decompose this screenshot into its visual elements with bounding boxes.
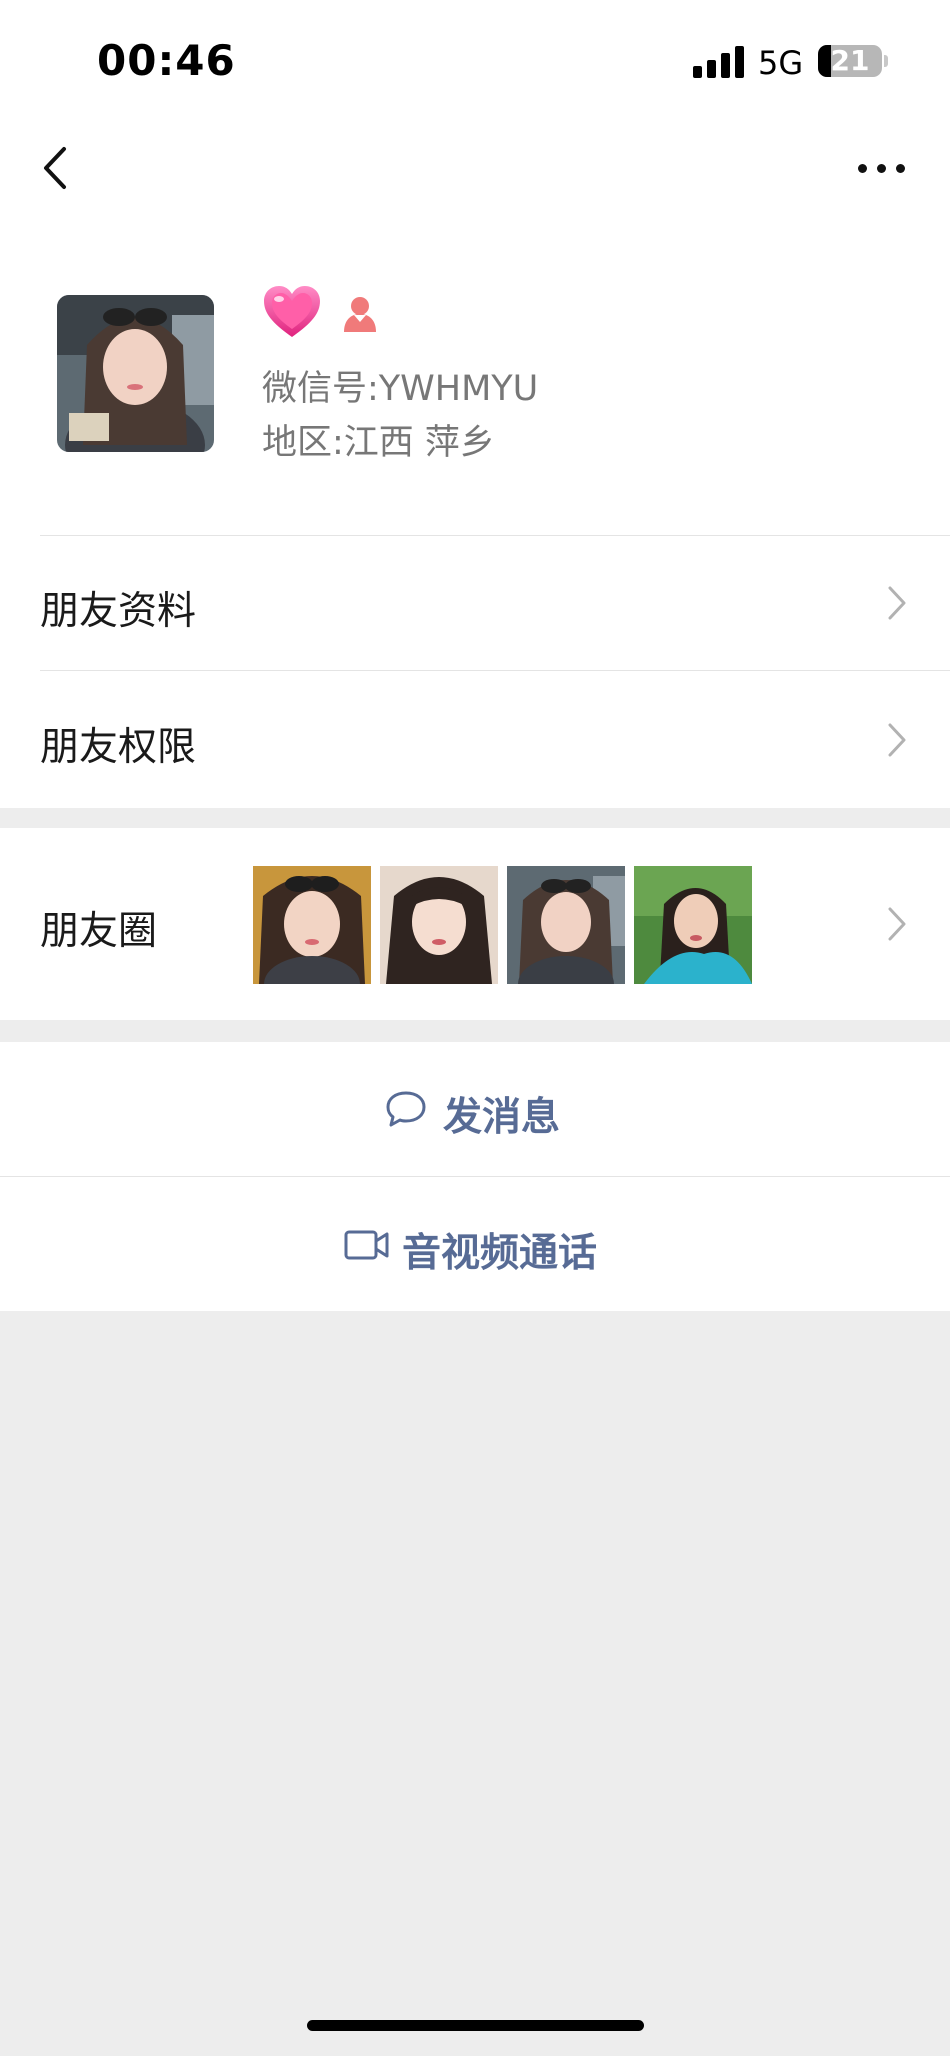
wechat-id-label: 微信号:: [262, 369, 379, 409]
battery-icon: 21: [818, 45, 882, 77]
chevron-left-icon[interactable]: [36, 145, 76, 191]
section-gap: [0, 1020, 950, 1042]
chevron-right-icon: [888, 907, 906, 941]
moments-thumbnail: [507, 866, 625, 984]
region: 江西 萍乡: [343, 423, 495, 463]
region-line: 地区:江西 萍乡: [262, 414, 495, 465]
battery-tip: [884, 55, 888, 67]
chevron-right-icon: [888, 723, 906, 757]
chat-bubble-icon: [386, 1091, 426, 1127]
video-camera-icon: [344, 1230, 389, 1260]
chevron-right-icon: [888, 586, 906, 620]
send-message-label: 发消息: [443, 1095, 561, 1140]
network-type: 5G: [758, 44, 804, 82]
av-call-label: 音视频通话: [402, 1231, 598, 1276]
section-gap: [0, 808, 950, 828]
pink-heart-emoji-icon: [264, 286, 320, 337]
region-label: 地区:: [262, 423, 344, 463]
moments-label: 朋友圈: [40, 909, 158, 954]
friend-permissions-row[interactable]: 朋友权限: [0, 671, 950, 806]
send-message-button[interactable]: 发消息: [0, 1042, 950, 1176]
friend-permissions-label: 朋友权限: [40, 725, 197, 770]
more-options-icon[interactable]: [858, 156, 906, 180]
cellular-signal-icon: [693, 44, 745, 78]
status-time: 00:46: [97, 36, 236, 85]
avatar[interactable]: [57, 295, 214, 452]
wechat-id-line: 微信号:YWHMYU: [262, 360, 538, 411]
home-indicator[interactable]: [307, 2020, 644, 2031]
female-icon: [344, 297, 376, 332]
battery-level: 21: [830, 45, 870, 77]
wechat-id: YWHMYU: [378, 369, 539, 409]
moments-thumbnail: [380, 866, 498, 984]
moments-thumbnail: [253, 866, 371, 984]
friend-profile-row[interactable]: 朋友资料: [0, 536, 950, 670]
moments-thumbnail: [634, 866, 752, 984]
friend-profile-label: 朋友资料: [40, 589, 197, 634]
av-call-button[interactable]: 音视频通话: [0, 1177, 950, 1311]
